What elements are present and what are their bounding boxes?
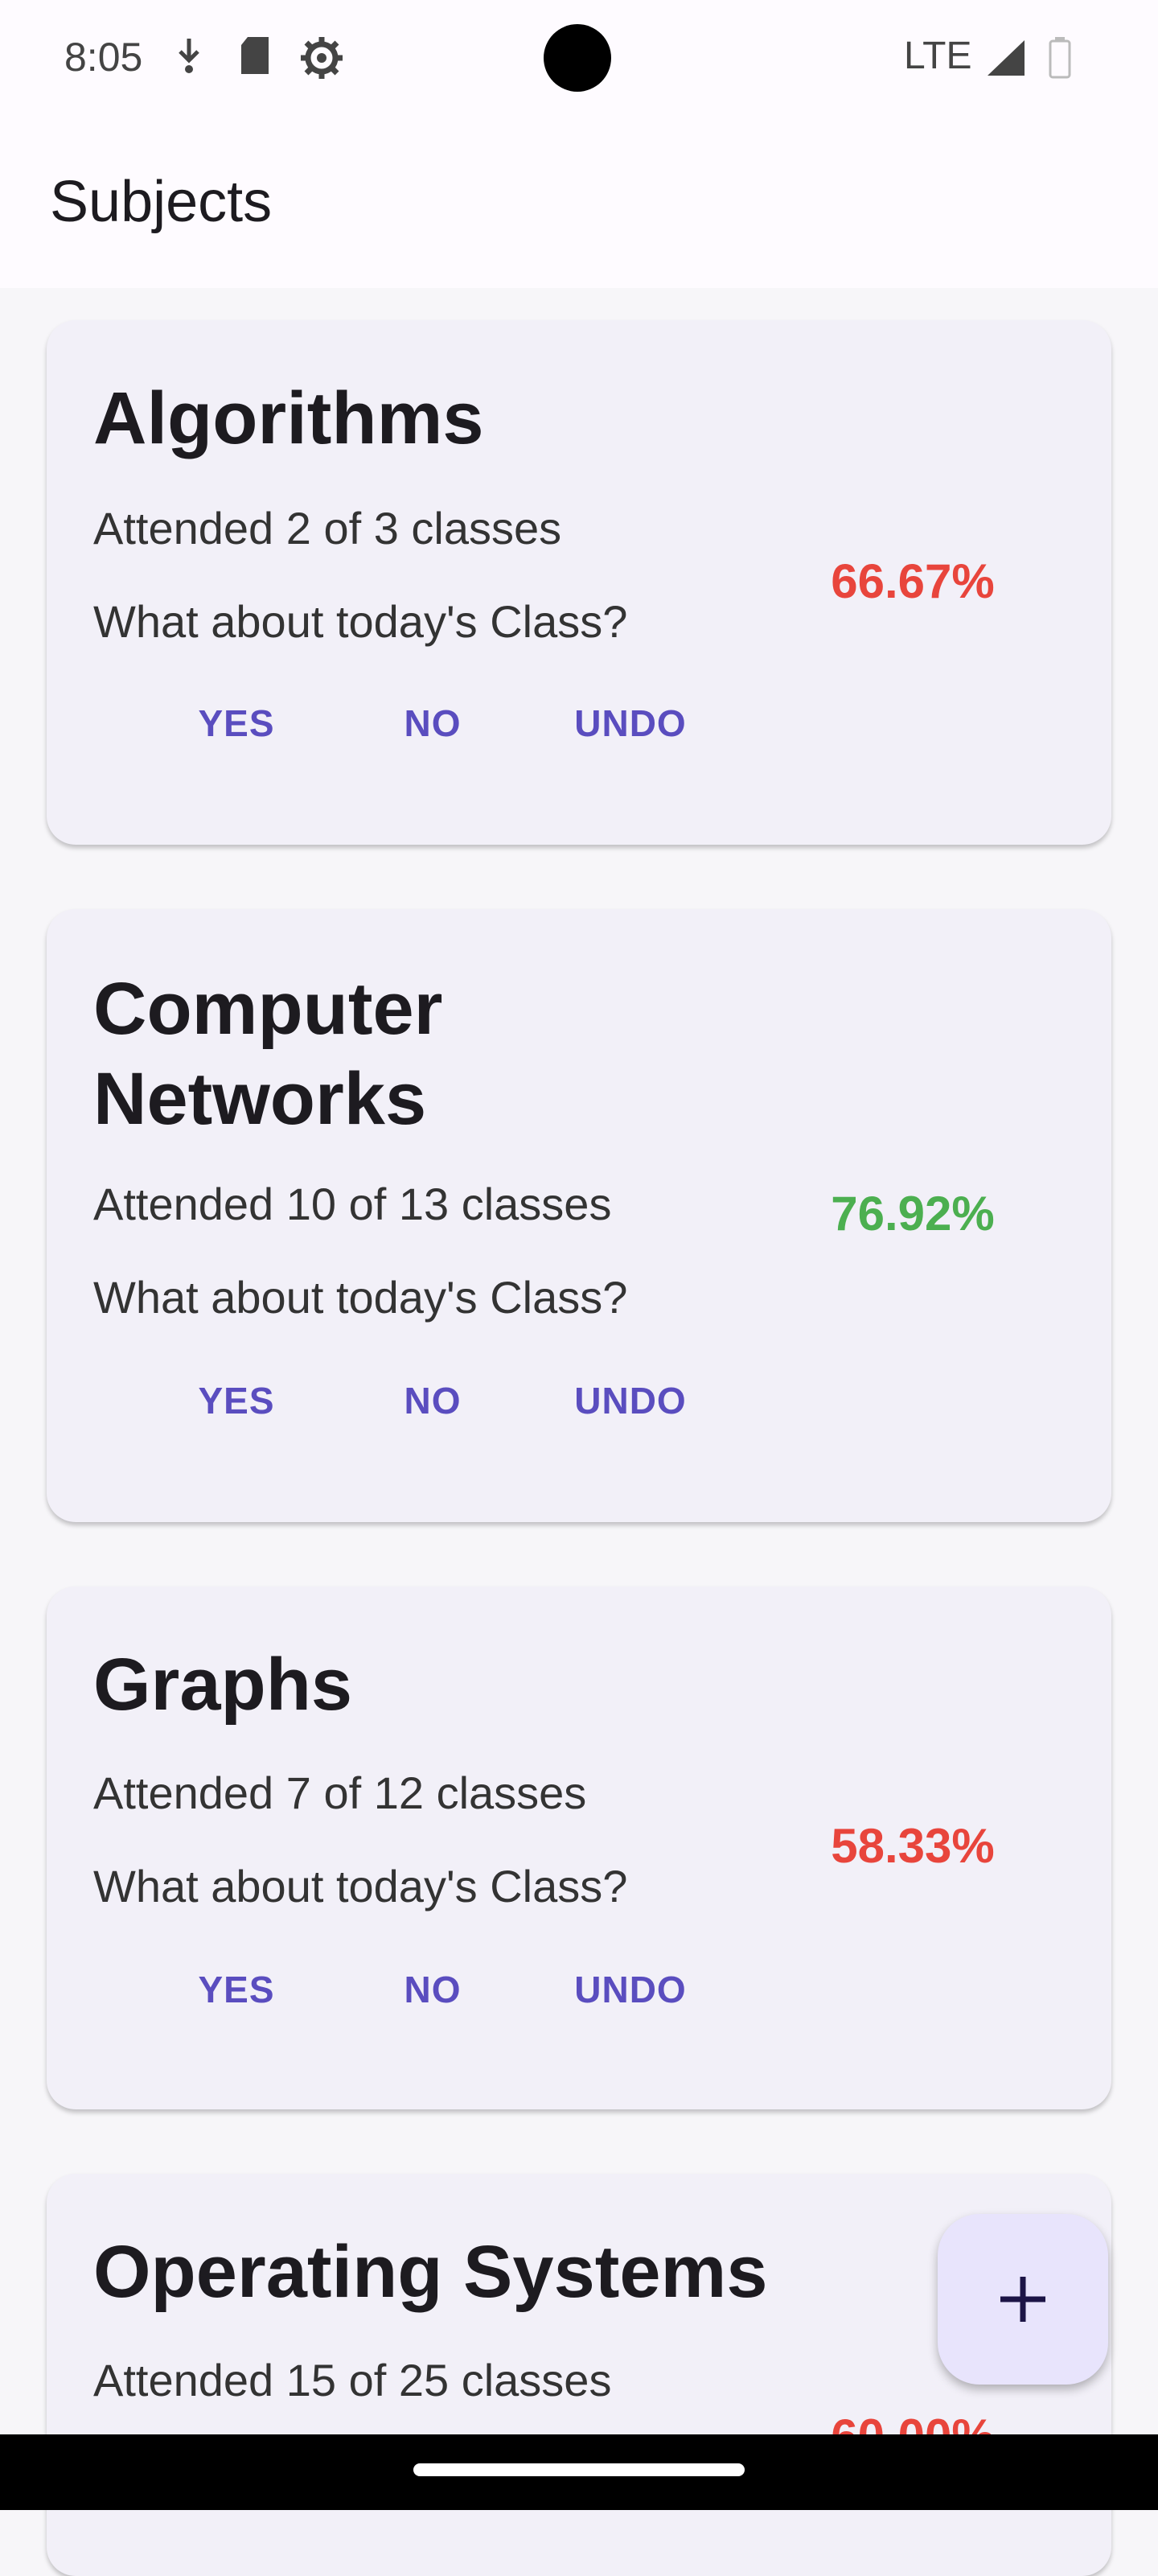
sd-card-icon: [238, 35, 272, 80]
navigation-bar: [0, 2434, 1158, 2510]
download-icon: [174, 35, 204, 80]
subject-name: Algorithms: [93, 377, 484, 459]
today-question: What about today's Class?: [93, 1861, 628, 1911]
status-time: 8:05: [64, 35, 143, 80]
attendance-summary: Attended 10 of 13 classes: [93, 1179, 612, 1229]
yes-button[interactable]: YES: [140, 1379, 333, 1422]
undo-button[interactable]: UNDO: [534, 702, 727, 745]
today-question: What about today's Class?: [93, 596, 628, 647]
no-button[interactable]: NO: [336, 1379, 529, 1422]
today-question: What about today's Class?: [93, 1272, 628, 1323]
attendance-summary: Attended 7 of 12 classes: [93, 1767, 587, 1818]
plus-icon: [1000, 2277, 1045, 2322]
settings-icon: [299, 35, 344, 84]
subject-card: Graphs Attended 7 of 12 classes What abo…: [47, 1586, 1111, 2109]
attendance-summary: Attended 15 of 25 classes: [93, 2355, 612, 2405]
subject-name: Operating Systems: [93, 2231, 768, 2313]
subject-name: Graphs: [93, 1644, 353, 1726]
app-bar: Subjects: [0, 121, 1158, 288]
camera-cutout: [544, 24, 611, 92]
network-type: LTE: [904, 35, 972, 77]
yes-button[interactable]: YES: [140, 702, 333, 745]
status-bar: 8:05 LTE: [0, 0, 1158, 121]
subject-card: Algorithms Attended 2 of 3 classes What …: [47, 320, 1111, 845]
yes-button[interactable]: YES: [140, 1968, 333, 2011]
attendance-percent: 76.92%: [831, 1187, 995, 1241]
attendance-percent: 58.33%: [831, 1819, 995, 1873]
add-subject-button[interactable]: [938, 2214, 1108, 2385]
attendance-summary: Attended 2 of 3 classes: [93, 503, 562, 553]
page-title: Subjects: [50, 170, 273, 234]
signal-icon: [986, 39, 1026, 81]
no-button[interactable]: NO: [336, 1968, 529, 2011]
battery-icon: [1049, 37, 1071, 83]
attendance-percent: 66.67%: [831, 554, 995, 608]
undo-button[interactable]: UNDO: [534, 1379, 727, 1422]
subject-name: Computer Networks: [93, 968, 443, 1140]
undo-button[interactable]: UNDO: [534, 1968, 727, 2011]
no-button[interactable]: NO: [336, 702, 529, 745]
subject-card: Computer Networks Attended 10 of 13 clas…: [47, 909, 1111, 1522]
home-gesture-handle[interactable]: [413, 2463, 745, 2476]
